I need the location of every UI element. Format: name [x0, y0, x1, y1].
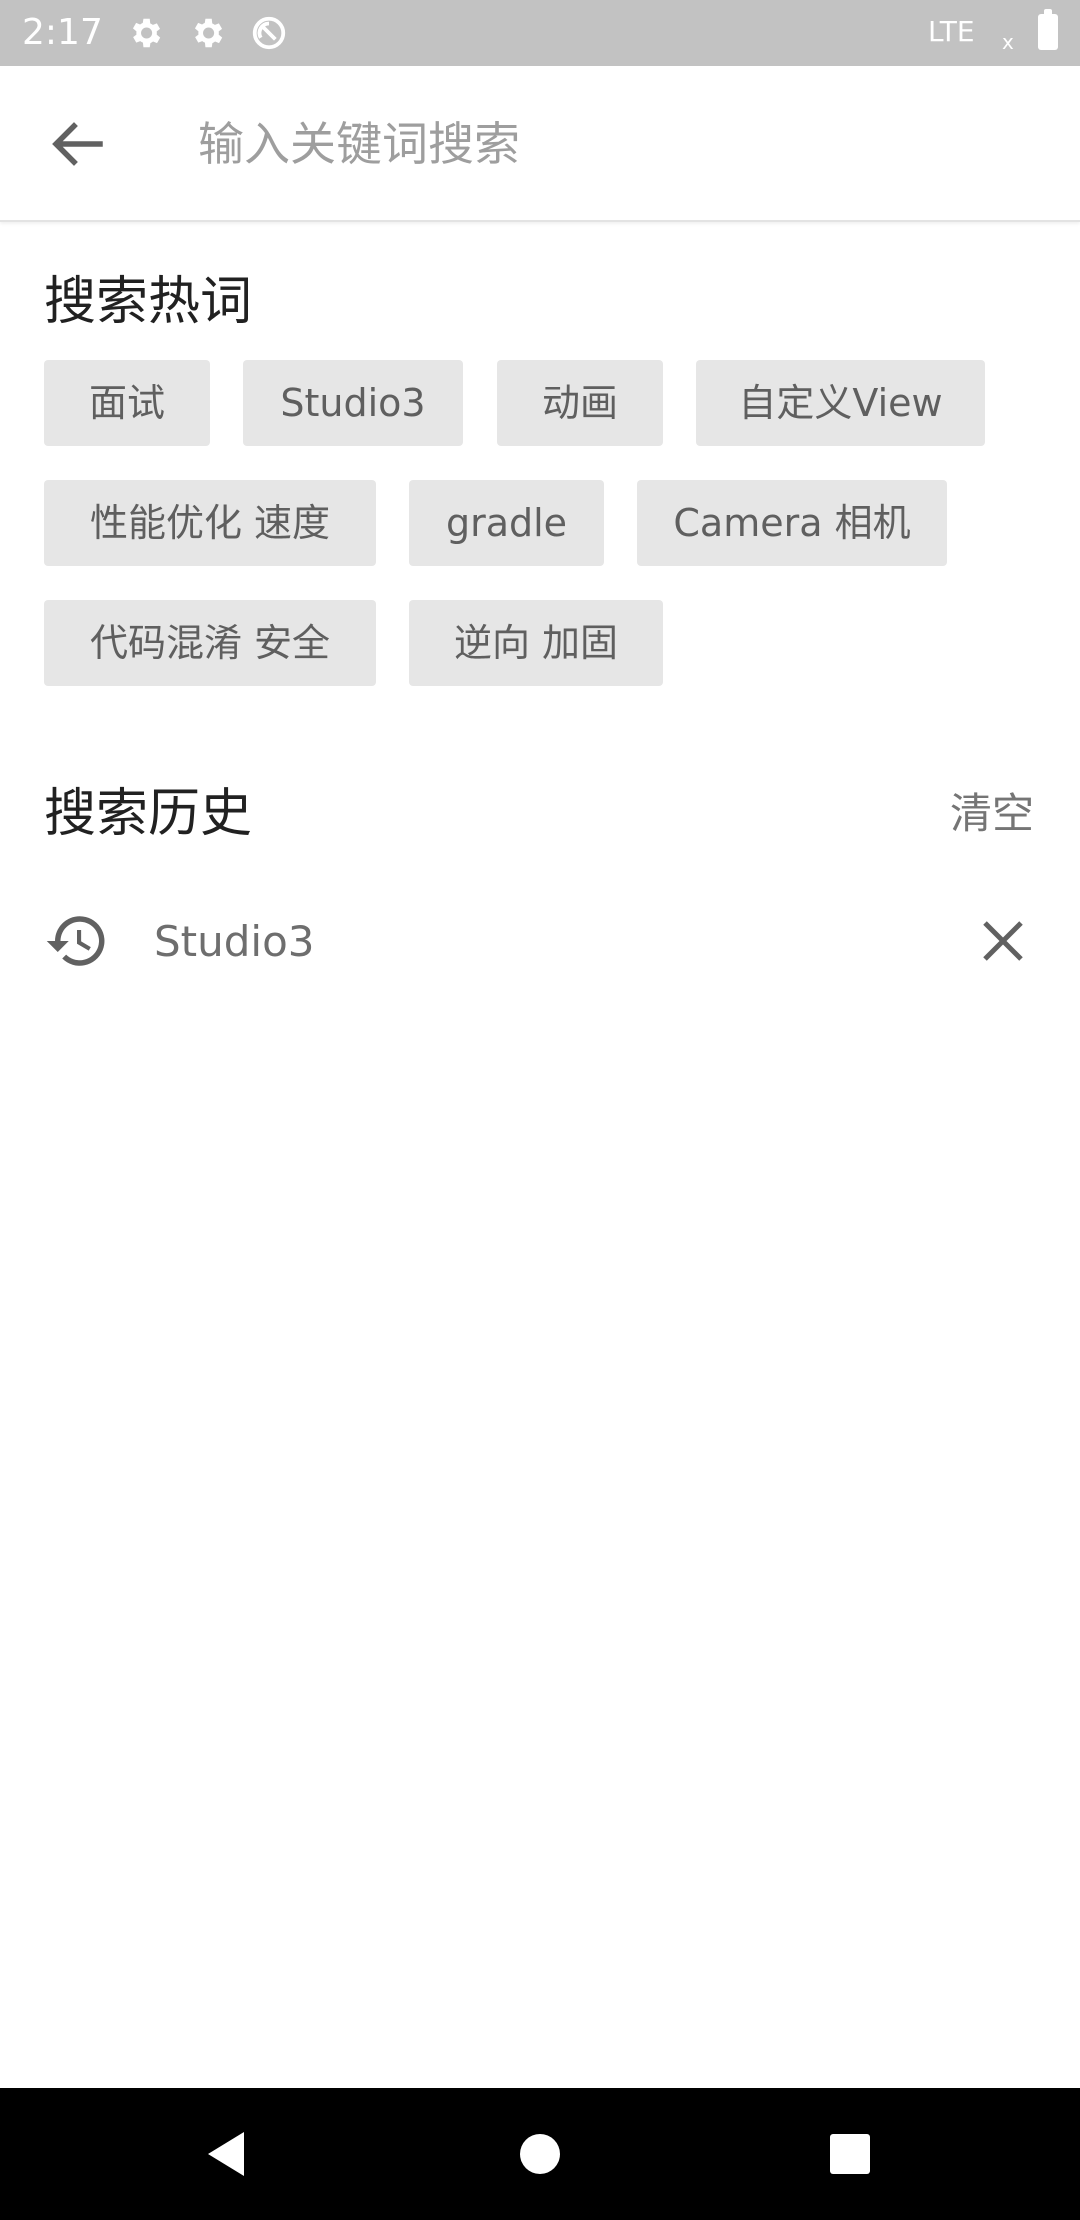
close-icon[interactable]: [972, 910, 1034, 972]
hot-tag[interactable]: Studio3: [243, 360, 463, 446]
hot-tag[interactable]: Camera 相机: [637, 480, 947, 566]
network-type: LTE: [928, 15, 975, 48]
search-input[interactable]: [198, 106, 1018, 182]
back-arrow-icon[interactable]: [38, 112, 118, 176]
gear-icon: [132, 18, 161, 48]
hot-tag[interactable]: 自定义View: [696, 360, 985, 446]
clear-history-button[interactable]: 清空: [950, 782, 1034, 846]
hot-tag[interactable]: 逆向 加固: [409, 600, 663, 686]
sync-disabled-icon: [252, 16, 286, 50]
history-item-label: Studio3: [154, 917, 315, 966]
nav-home-icon[interactable]: [508, 2122, 572, 2186]
hot-tag[interactable]: 动画: [497, 360, 663, 446]
search-toolbar: [0, 66, 1080, 222]
nav-back-icon[interactable]: [196, 2122, 260, 2186]
status-time: 2:17: [22, 12, 103, 53]
hot-tag[interactable]: 代码混淆 安全: [44, 600, 376, 686]
no-signal-mark: x: [1002, 30, 1014, 54]
search-screen: 2:17 LTE x 搜索热词 面试 Studio3 动画 自定义View 性能…: [0, 0, 1080, 2220]
system-nav-bar: [0, 2088, 1080, 2220]
search-history-title: 搜索历史: [44, 784, 253, 844]
history-list-item[interactable]: Studio3: [0, 892, 1080, 992]
hot-tag[interactable]: gradle: [409, 480, 604, 566]
hot-tag[interactable]: 面试: [44, 360, 210, 446]
hot-keywords-title: 搜索热词: [44, 272, 253, 332]
status-bar: 2:17 LTE x: [0, 0, 1080, 66]
gear-icon: [194, 18, 223, 48]
hot-tag[interactable]: 性能优化 速度: [44, 480, 376, 566]
nav-recents-icon[interactable]: [818, 2122, 882, 2186]
battery-icon: [1038, 9, 1058, 50]
history-icon: [46, 916, 105, 966]
